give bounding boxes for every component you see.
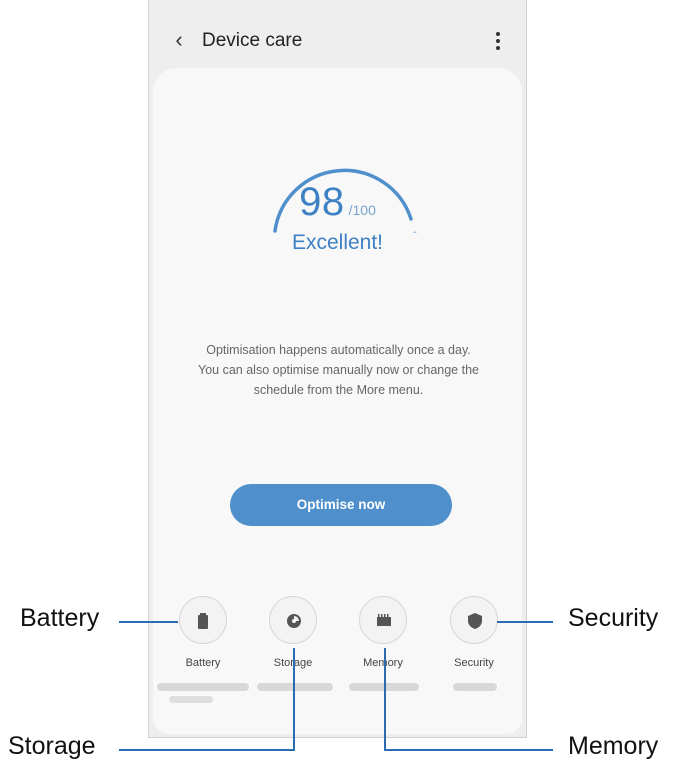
more-options-button[interactable] [488, 30, 508, 52]
battery-callout-line [119, 621, 178, 623]
memory-callout-line [384, 749, 553, 751]
page-title: Device care [202, 30, 303, 51]
security-tile-label: Security [454, 657, 494, 669]
security-callout: Security [568, 604, 659, 632]
storage-status-blurred [257, 683, 333, 691]
memory-callout: Memory [568, 732, 659, 760]
memory-tile-label: Memory [363, 657, 403, 669]
score-max: /100 [348, 202, 376, 218]
score-readout: 98/100 [153, 180, 522, 225]
storage-tile[interactable] [269, 596, 317, 644]
back-button[interactable]: ‹ [167, 28, 191, 52]
battery-tile-label: Battery [185, 657, 221, 669]
chevron-left-icon: ‹ [175, 27, 183, 52]
battery-status-blurred [157, 683, 249, 691]
storage-callout-line [293, 648, 295, 751]
device-care-card: 98/100 Excellent! Optimisation happens a… [153, 68, 522, 734]
optimisation-description: Optimisation happens automatically once … [183, 340, 494, 400]
memory-callout-line [384, 648, 386, 751]
security-callout-line [497, 621, 553, 623]
security-status-blurred [453, 683, 497, 691]
security-tile[interactable] [450, 596, 498, 644]
battery-tile[interactable] [179, 596, 227, 644]
score-status: Excellent! [291, 231, 384, 254]
score-value: 98 [299, 180, 345, 224]
more-vertical-icon [488, 32, 508, 50]
shield-icon [468, 613, 482, 629]
phone-screen: ‹ Device care 98/100 Excellent! Optimisa… [148, 0, 527, 738]
battery-status-blurred [169, 696, 213, 703]
optimise-now-button[interactable]: Optimise now [230, 484, 452, 526]
app-bar: ‹ Device care [149, 0, 526, 68]
storage-callout-line [119, 749, 295, 751]
battery-callout: Battery [20, 604, 100, 632]
description-line: Optimisation happens automatically once … [206, 343, 471, 357]
description-line: schedule from the More menu. [253, 383, 424, 397]
storage-callout: Storage [8, 732, 96, 760]
memory-tile[interactable] [359, 596, 407, 644]
memory-chip-icon [377, 614, 391, 626]
description-line: You can also optimise manually now or ch… [198, 363, 479, 377]
battery-icon [198, 613, 208, 629]
storage-pie-icon [287, 614, 301, 628]
